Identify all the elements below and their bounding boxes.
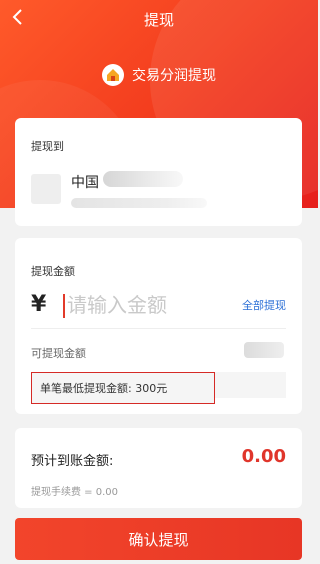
page-title: 提现 <box>143 11 174 29</box>
withdraw-to-label: 提现到 <box>31 140 64 153</box>
amount-label: 提现金额 <box>31 265 75 278</box>
divider <box>31 328 286 329</box>
amount-input[interactable] <box>67 290 227 320</box>
input-caret <box>63 294 65 318</box>
estimate-card: 预计到账金额: 0.00 提现手续费 = 0.00 <box>15 428 302 508</box>
withdraw-all-link[interactable]: 全部提现 <box>242 297 286 313</box>
brand-text: 交易分润提现 <box>132 68 216 84</box>
brand: 交易分润提现 <box>0 64 318 86</box>
masked-available-amount <box>244 342 284 358</box>
confirm-withdraw-button[interactable]: 确认提现 <box>15 518 302 560</box>
currency-symbol: ¥ <box>31 292 47 317</box>
bank-name: 中国 <box>71 175 99 191</box>
min-withdraw-notice: 单笔最低提现金额: 300元 <box>31 372 215 404</box>
masked-account-number <box>71 198 207 208</box>
estimate-label: 预计到账金额: <box>31 454 114 469</box>
amount-card: 提现金额 ¥ 全部提现 可提现金额 单笔最低提现金额: 300元 <box>15 238 302 414</box>
bank-logo-icon <box>31 174 61 204</box>
estimate-value: 0.00 <box>241 446 286 467</box>
masked-account-name <box>103 171 183 187</box>
available-amount-label: 可提现金额 <box>31 347 86 360</box>
withdraw-to-card[interactable]: 提现到 中国 <box>15 118 302 226</box>
fee-text: 提现手续费 = 0.00 <box>31 487 119 498</box>
house-icon <box>102 64 124 86</box>
